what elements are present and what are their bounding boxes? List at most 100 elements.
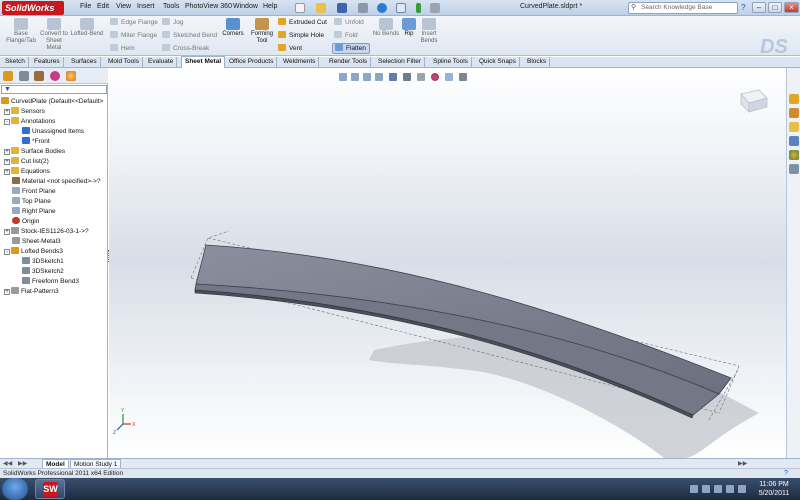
convert-to-sheet-metal-button[interactable]: Convert to Sheet Metal xyxy=(40,17,68,52)
design-library-icon[interactable] xyxy=(789,108,799,118)
traffic-light-icon[interactable] xyxy=(416,3,421,13)
tree-item-freeform-bend[interactable]: Freeform Bend3 xyxy=(22,277,79,287)
tab-features[interactable]: Features xyxy=(31,57,64,68)
tab-spline-tools[interactable]: Spline Tools xyxy=(430,57,472,68)
graphics-viewport[interactable]: Y X Z xyxy=(109,68,786,458)
tree-item-lofted-bends[interactable]: - Lofted Bends3 xyxy=(4,247,63,257)
lofted-bend-button[interactable]: Lofted-Bend xyxy=(69,17,105,38)
fold-button[interactable]: Fold xyxy=(334,31,358,40)
tray-network-icon[interactable] xyxy=(714,485,722,493)
menu-edit[interactable]: Edit xyxy=(97,3,109,10)
expand-toggle[interactable]: + xyxy=(4,229,10,235)
tray-power-icon[interactable] xyxy=(738,485,746,493)
tab-quick-snaps[interactable]: Quick Snaps xyxy=(476,57,520,68)
maximize-button[interactable]: □ xyxy=(768,2,782,13)
help-icon[interactable]: ? xyxy=(784,470,788,477)
tree-filter-input[interactable]: ▼ xyxy=(1,85,107,94)
appearances-icon[interactable] xyxy=(789,150,799,160)
base-flange-button[interactable]: Base Flange/Tab xyxy=(4,17,38,45)
scroll-right-icon[interactable]: ▶▶ xyxy=(18,460,27,467)
close-button[interactable]: × xyxy=(784,2,799,13)
unfold-button[interactable]: Unfold xyxy=(334,18,364,27)
menu-tools[interactable]: Tools xyxy=(163,3,179,10)
menu-help[interactable]: Help xyxy=(263,3,277,10)
feature-tree-icon[interactable] xyxy=(3,71,13,81)
expand-toggle[interactable]: + xyxy=(4,169,10,175)
insert-bends-button[interactable]: Insert Bends xyxy=(418,17,440,45)
tree-item-surface-bodies[interactable]: + Surface Bodies xyxy=(4,147,65,157)
vent-button[interactable]: Vent xyxy=(278,44,302,53)
tree-item-flat-pattern[interactable]: + Flat-Pattern3 xyxy=(4,287,59,297)
search-input[interactable]: Search Knowledge Base xyxy=(628,2,738,14)
tab-office-products[interactable]: Office Products xyxy=(226,57,278,68)
solidworks-resources-icon[interactable] xyxy=(789,94,799,104)
forming-tool-button[interactable]: Forming Tool xyxy=(250,17,274,45)
tree-item-stock[interactable]: + Stock-IES1126-03-1->? xyxy=(4,227,89,237)
save-icon[interactable] xyxy=(337,3,347,13)
tray-volume-icon[interactable] xyxy=(726,485,734,493)
tab-selection-filter[interactable]: Selection Filter xyxy=(375,57,425,68)
simple-hole-button[interactable]: Simple Hole xyxy=(278,31,324,40)
hem-button[interactable]: Hem xyxy=(110,44,135,53)
taskbar-solidworks-button[interactable]: SW xyxy=(35,479,65,499)
tree-item-equations[interactable]: + Equations xyxy=(4,167,50,177)
tree-item-cut-list[interactable]: + Cut list(2) xyxy=(4,157,49,167)
jog-button[interactable]: Jog xyxy=(162,18,183,27)
collapse-toggle[interactable]: - xyxy=(4,119,10,125)
expand-toggle[interactable]: + xyxy=(4,159,10,165)
view-cube-icon[interactable] xyxy=(740,89,768,113)
undo-icon[interactable] xyxy=(377,3,387,13)
menu-file[interactable]: File xyxy=(80,3,91,10)
expand-toggle[interactable]: + xyxy=(4,149,10,155)
tree-item-top-plane[interactable]: Top Plane xyxy=(12,197,51,207)
extruded-cut-button[interactable]: Extruded Cut xyxy=(278,18,327,27)
no-bends-button[interactable]: No Bends xyxy=(372,17,400,38)
rip-button[interactable]: Rip xyxy=(402,17,416,38)
menu-view[interactable]: View xyxy=(116,3,131,10)
tree-item-front-view[interactable]: *Front xyxy=(22,137,50,147)
options-gear-icon[interactable] xyxy=(430,3,440,13)
new-document-icon[interactable] xyxy=(295,3,305,13)
tab-mold-tools[interactable]: Mold Tools xyxy=(105,57,143,68)
cross-break-button[interactable]: Cross-Break xyxy=(162,44,209,53)
flatten-button[interactable]: Flatten xyxy=(332,43,370,54)
tab-blocks[interactable]: Blocks xyxy=(524,57,551,68)
corners-button[interactable]: Corners xyxy=(220,17,246,38)
tree-item-right-plane[interactable]: Right Plane xyxy=(12,207,56,217)
tree-item-annotations[interactable]: - Annotations xyxy=(4,117,55,127)
tray-flag-icon[interactable] xyxy=(702,485,710,493)
view-palette-icon[interactable] xyxy=(789,136,799,146)
menu-window[interactable]: Window xyxy=(233,3,258,10)
tree-item-material[interactable]: Material <not specified>->? xyxy=(12,177,101,187)
collapse-toggle[interactable]: - xyxy=(4,249,10,255)
tab-sketch[interactable]: Sketch xyxy=(2,57,29,68)
solidworks-logo[interactable]: SolidWorks xyxy=(2,1,64,15)
tree-item-sensors[interactable]: + Sensors xyxy=(4,107,45,117)
tree-item-root[interactable]: CurvedPlate (Default<<Default> xyxy=(1,97,103,107)
menu-photoview[interactable]: PhotoView 360 xyxy=(185,3,232,10)
start-button[interactable] xyxy=(2,478,28,500)
menu-insert[interactable]: Insert xyxy=(137,3,155,10)
tab-evaluate[interactable]: Evaluate xyxy=(145,57,178,68)
scroll-end-icon[interactable]: ▶▶ xyxy=(738,460,747,467)
tree-item-front-plane[interactable]: Front Plane xyxy=(12,187,56,197)
minimize-button[interactable]: – xyxy=(752,2,766,13)
tray-show-hidden-icon[interactable] xyxy=(690,485,698,493)
file-explorer-icon[interactable] xyxy=(789,122,799,132)
tab-weldments[interactable]: Weldments xyxy=(280,57,320,68)
tree-item-unassigned[interactable]: Unassigned Items xyxy=(22,127,84,137)
dimxpert-icon[interactable] xyxy=(50,71,60,81)
print-icon[interactable] xyxy=(358,3,368,13)
tree-item-3dsketch1[interactable]: 3DSketch1 xyxy=(22,257,64,267)
scroll-left-icon[interactable]: ◀◀ xyxy=(3,460,12,467)
tree-item-origin[interactable]: Origin xyxy=(12,217,39,227)
tree-item-3dsketch2[interactable]: 3DSketch2 xyxy=(22,267,64,277)
property-manager-icon[interactable] xyxy=(19,71,29,81)
tab-sheet-metal[interactable]: Sheet Metal xyxy=(181,56,226,68)
tab-render-tools[interactable]: Render Tools xyxy=(326,57,372,68)
tab-surfaces[interactable]: Surfaces xyxy=(68,57,101,68)
select-cursor-icon[interactable] xyxy=(396,3,406,13)
open-folder-icon[interactable] xyxy=(316,3,326,13)
help-question-icon[interactable]: ? xyxy=(741,3,745,12)
sketched-bend-button[interactable]: Sketched Bend xyxy=(162,31,217,40)
